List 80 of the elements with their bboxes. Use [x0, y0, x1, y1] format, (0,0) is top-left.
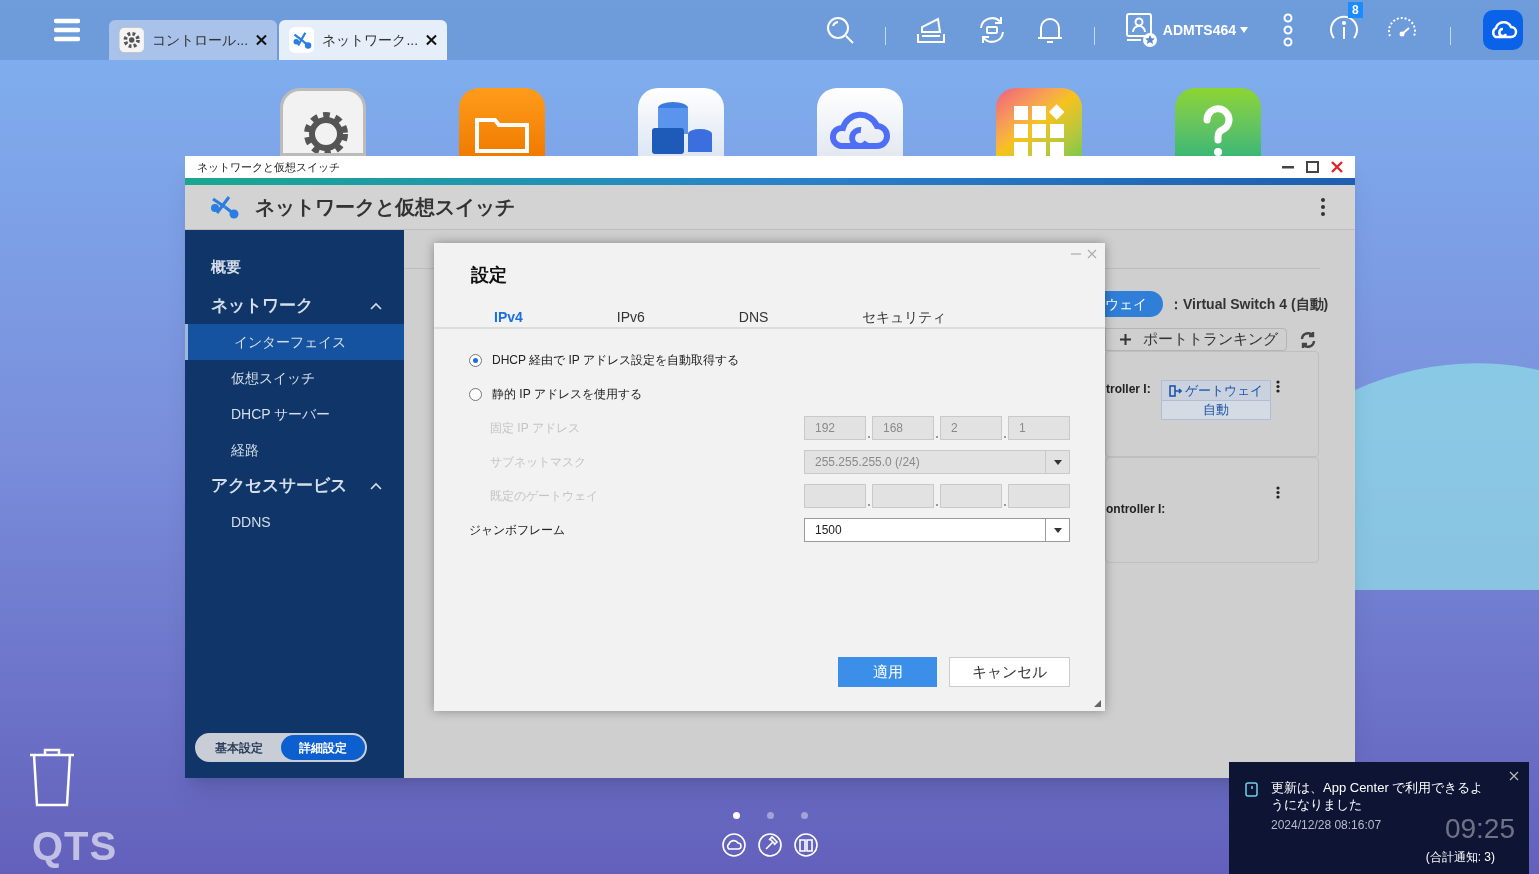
more-icon[interactable] [1276, 380, 1280, 393]
maximize-icon[interactable] [1306, 161, 1319, 173]
dialog-tab[interactable]: IPv6 [594, 305, 667, 329]
radio-button[interactable] [469, 353, 482, 367]
refresh-icon[interactable] [1299, 330, 1317, 349]
more-icon[interactable] [1276, 486, 1280, 499]
card-label: troller I: [1106, 381, 1151, 398]
cancel-button[interactable]: キャンセル [949, 657, 1070, 687]
chevron-icon [370, 482, 382, 490]
field-label: ジャンボフレーム [469, 522, 565, 539]
caret-icon [1240, 27, 1248, 33]
question-icon[interactable] [1175, 88, 1261, 156]
network-icon [209, 194, 241, 220]
hammer-icon[interactable] [758, 833, 782, 857]
notification-count: 8 [1348, 2, 1363, 18]
port-trunking-button[interactable]: ポートトランキング [1105, 328, 1287, 351]
sidebar-item[interactable]: 概要 [185, 254, 404, 280]
sidebar-group[interactable]: ネットワーク [185, 288, 404, 324]
book-icon[interactable] [794, 833, 818, 857]
dialog-title: 設定 [471, 264, 508, 287]
app-title: ネットワークと仮想スイッチ [255, 195, 515, 220]
notification-message: 更新は、App Center で利用できるようになりました [1271, 779, 1485, 813]
database-icon[interactable] [638, 88, 724, 156]
ip-octet-field[interactable] [940, 484, 1002, 508]
gear-icon [119, 26, 145, 54]
sidebar-item[interactable]: DDNS [185, 504, 404, 540]
bell-icon[interactable] [1035, 15, 1064, 45]
sidebar-item[interactable]: インターフェイス [185, 324, 404, 360]
dropdown-field[interactable]: 1500 [804, 518, 1070, 542]
dialog-tab[interactable]: IPv4 [472, 305, 545, 329]
resize-grip-icon[interactable] [1094, 700, 1101, 707]
dialog-tab[interactable]: セキュリティ [840, 305, 969, 329]
app-tab[interactable]: コントロール... [109, 20, 277, 60]
chevron-icon [370, 302, 382, 310]
gateway-tag: ゲートウェイ 自動 [1160, 380, 1271, 420]
plus-icon [1120, 334, 1131, 345]
grid-app-icon[interactable] [996, 88, 1082, 156]
cloud-app-icon[interactable] [1483, 10, 1523, 50]
mode-toggle[interactable]: 基本設定 [197, 735, 281, 760]
gateway-pill[interactable]: ウェイ [1105, 291, 1163, 317]
radio-label: 静的 IP アドレスを使用する [492, 386, 642, 403]
tab-label: ネットワーク... [322, 30, 419, 50]
network-icon [289, 26, 315, 54]
sidebar-group[interactable]: アクセスサービス [185, 468, 404, 504]
ip-octet-field[interactable] [804, 484, 866, 508]
notification-time: 2024/12/28 08:16:07 [1271, 817, 1382, 834]
trash-icon[interactable] [28, 747, 76, 807]
tab-label: コントロール... [152, 30, 249, 50]
ip-octet-field[interactable] [1008, 484, 1070, 508]
caret-icon [1053, 527, 1062, 533]
radio-label: DHCP 経由で IP アドレス設定を自動取得する [492, 352, 739, 369]
close-icon[interactable] [256, 34, 267, 46]
notification-total: (合計通知: 3) [1425, 849, 1495, 866]
gear-app-icon[interactable] [280, 88, 366, 156]
sidebar-item[interactable]: DHCP サーバー [185, 396, 404, 432]
user-icon[interactable] [1124, 12, 1157, 48]
radio-button[interactable] [469, 387, 482, 401]
ip-octet-field[interactable] [872, 484, 934, 508]
clock-time: 09:25 [1444, 815, 1515, 843]
app-icon [1245, 782, 1258, 797]
card-label: ontroller I: [1106, 501, 1166, 518]
cloud-icon[interactable] [817, 88, 903, 156]
dialog-tab[interactable]: DNS [716, 305, 791, 329]
caret-icon [1053, 459, 1062, 465]
app-tab[interactable]: ネットワーク... [279, 20, 447, 60]
sidebar-item[interactable]: 経路 [185, 432, 404, 468]
cloud-icon[interactable] [722, 833, 746, 857]
plug-icon [1168, 384, 1182, 397]
sidebar-item[interactable]: 仮想スイッチ [185, 360, 404, 396]
mode-toggle[interactable]: 詳細設定 [281, 735, 365, 760]
menu-icon[interactable] [54, 18, 80, 42]
qts-logo: QTS [32, 826, 118, 866]
gateway-value: ：Virtual Switch 4 (自動) [1169, 294, 1329, 314]
folder-icon[interactable] [459, 88, 545, 156]
search-icon[interactable] [824, 15, 855, 45]
more-icon[interactable] [1321, 198, 1325, 216]
stack-icon[interactable] [915, 16, 946, 44]
window-title: ネットワークと仮想スイッチ [197, 159, 340, 175]
close-icon[interactable] [426, 34, 437, 46]
close-icon[interactable] [1509, 771, 1519, 781]
